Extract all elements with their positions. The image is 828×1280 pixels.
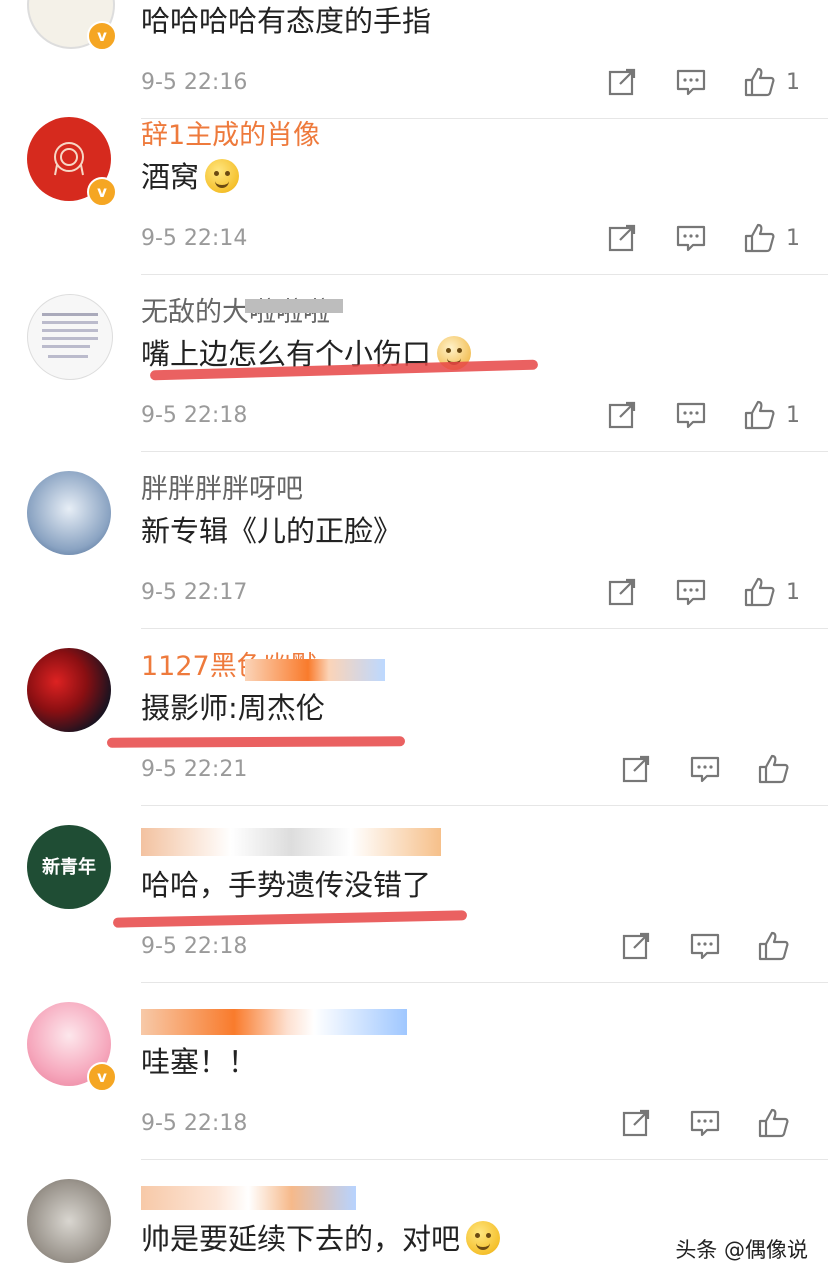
redaction-blur xyxy=(245,659,385,681)
share-button[interactable] xyxy=(608,68,638,96)
share-icon xyxy=(608,401,636,429)
like-button[interactable] xyxy=(758,1108,800,1138)
comment-icon xyxy=(676,225,706,252)
comment-actions: 1 xyxy=(570,218,800,258)
like-icon xyxy=(744,223,775,253)
avatar[interactable] xyxy=(27,1179,111,1263)
redaction-blur xyxy=(245,299,343,313)
avatar-label: 新青年 xyxy=(42,857,96,878)
comment-text: 哈哈，手势遗传没错了 xyxy=(141,868,432,902)
like-icon xyxy=(744,577,775,607)
comment-time: 9-5 22:17 xyxy=(141,580,248,605)
share-button[interactable] xyxy=(608,224,638,252)
verified-badge-icon: v xyxy=(87,21,117,51)
comment-text: 酒窝 xyxy=(141,157,240,197)
comment-button[interactable] xyxy=(690,932,720,960)
share-icon xyxy=(608,224,636,252)
comment-item: 胖胖胖胖呀吧 新专辑《儿的正脸》 9-5 22:17 1 xyxy=(0,452,828,629)
comment-text: 新专辑《儿的正脸》 xyxy=(141,514,403,548)
avatar[interactable]: 新青年 xyxy=(27,825,111,909)
redaction-blur xyxy=(141,828,441,856)
like-icon xyxy=(744,400,775,430)
comment-item: 1127黑色幽默 摄影师:周杰伦 9-5 22:21 xyxy=(0,629,828,806)
comment-item: 新青年 哈哈，手势遗传没错了 9-5 22:18 xyxy=(0,806,828,983)
comment-text: 哈哈哈哈有态度的手指 xyxy=(141,4,432,38)
watermark: 头条 @偶像说 xyxy=(675,1238,808,1262)
like-count: 1 xyxy=(786,225,800,251)
share-icon xyxy=(622,932,650,960)
comment-text: 帅是要延续下去的，对吧 xyxy=(141,1219,501,1259)
like-count: 1 xyxy=(786,579,800,605)
share-button[interactable] xyxy=(608,578,638,606)
comment-button[interactable] xyxy=(676,224,706,252)
comment-item: v 辞1主成的肖像 酒窝 9-5 22:14 1 xyxy=(0,98,828,275)
comment-icon xyxy=(676,402,706,429)
verified-badge-icon: v xyxy=(87,1062,117,1092)
smile-emoji-icon xyxy=(205,159,240,193)
comment-username[interactable]: 辞1主成的肖像 xyxy=(141,119,320,149)
comment-button[interactable] xyxy=(676,68,706,96)
share-button[interactable] xyxy=(622,1109,652,1137)
like-button[interactable] xyxy=(758,931,800,961)
avatar[interactable] xyxy=(27,294,113,380)
comment-time: 9-5 22:14 xyxy=(141,226,248,251)
comment-time: 9-5 22:18 xyxy=(141,403,248,428)
comment-actions: 1 xyxy=(570,395,800,435)
comment-actions: 1 xyxy=(570,62,800,102)
comment-time: 9-5 22:18 xyxy=(141,1111,248,1136)
news-avatar-icon xyxy=(42,313,98,358)
annotation-underline xyxy=(112,910,468,928)
comment-icon xyxy=(690,756,720,783)
verified-badge-icon: v xyxy=(87,177,117,207)
avatar[interactable] xyxy=(27,648,111,732)
like-count: 1 xyxy=(786,69,800,95)
comment-text: 哇塞！！ xyxy=(141,1045,258,1079)
like-button[interactable]: 1 xyxy=(744,223,800,253)
share-button[interactable] xyxy=(622,755,652,783)
comment-icon xyxy=(690,933,720,960)
comment-text-content: 酒窝 xyxy=(141,160,200,194)
laugh-emoji-icon xyxy=(466,1221,501,1255)
comment-button[interactable] xyxy=(690,1109,720,1137)
comment-icon xyxy=(676,69,706,96)
comment-text: 摄影师:周杰伦 xyxy=(141,691,325,725)
like-button[interactable]: 1 xyxy=(744,577,800,607)
share-icon xyxy=(622,1109,650,1137)
comment-time: 9-5 22:18 xyxy=(141,934,248,959)
comment-time: 9-5 22:16 xyxy=(141,70,248,95)
comment-actions xyxy=(584,926,800,966)
comment-icon xyxy=(690,1110,720,1137)
comment-text-content: 帅是要延续下去的，对吧 xyxy=(141,1222,461,1256)
share-button[interactable] xyxy=(608,401,638,429)
comment-actions: 1 xyxy=(570,572,800,612)
like-icon xyxy=(758,754,789,784)
comment-item: v 哇塞！！ 9-5 22:18 xyxy=(0,983,828,1160)
share-icon xyxy=(608,578,636,606)
avatar[interactable] xyxy=(27,471,111,555)
redaction-blur xyxy=(141,1009,407,1035)
share-button[interactable] xyxy=(622,932,652,960)
comment-button[interactable] xyxy=(690,755,720,783)
redaction-blur xyxy=(141,1186,356,1210)
comment-button[interactable] xyxy=(676,401,706,429)
annotation-underline xyxy=(106,736,406,748)
comment-time: 9-5 22:21 xyxy=(141,757,248,782)
like-count: 1 xyxy=(786,402,800,428)
comment-actions xyxy=(584,749,800,789)
like-button[interactable]: 1 xyxy=(744,400,800,430)
like-icon xyxy=(744,67,775,97)
like-icon xyxy=(758,1108,789,1138)
share-icon xyxy=(608,68,636,96)
comment-button[interactable] xyxy=(676,578,706,606)
comment-actions xyxy=(584,1103,800,1143)
like-icon xyxy=(758,931,789,961)
comment-item: 无敌的大啦啦啦 嘴上边怎么有个小伤口 9-5 22:18 1 xyxy=(0,275,828,452)
like-button[interactable] xyxy=(758,754,800,784)
comment-icon xyxy=(676,579,706,606)
like-button[interactable]: 1 xyxy=(744,67,800,97)
comment-username[interactable]: 胖胖胖胖呀吧 xyxy=(141,473,303,503)
share-icon xyxy=(622,755,650,783)
